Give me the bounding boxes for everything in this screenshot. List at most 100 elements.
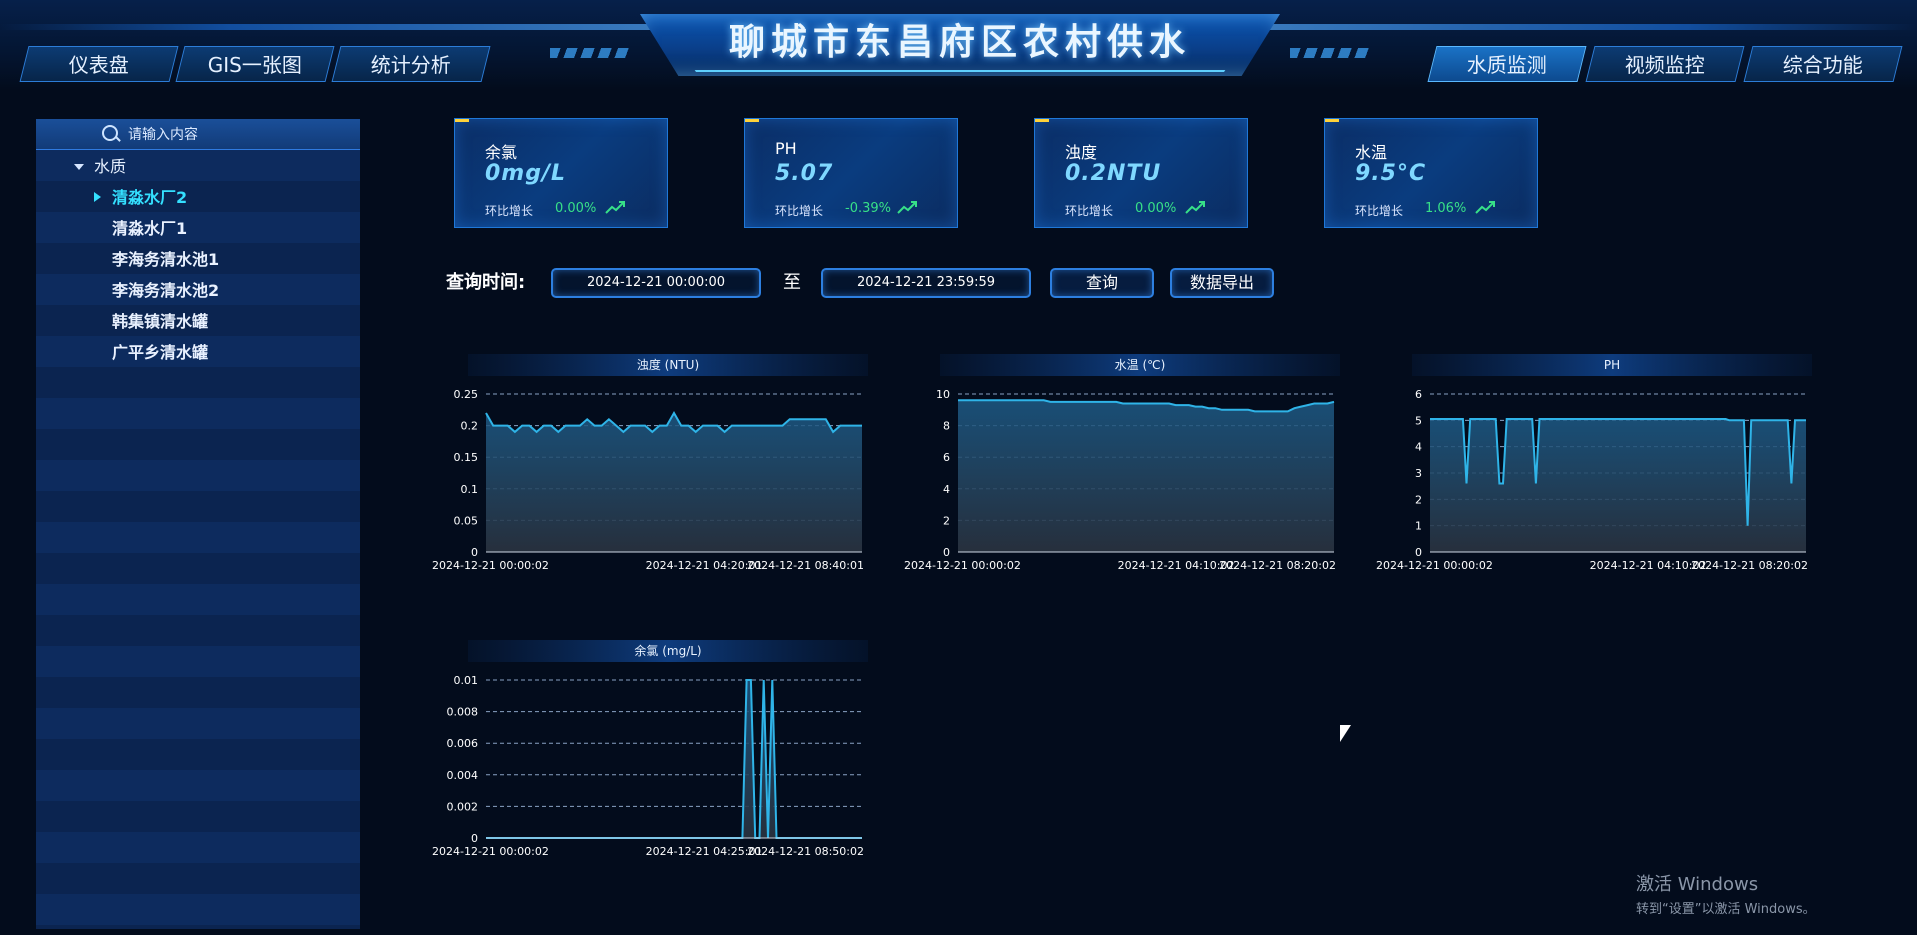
tree-item-label: 李海务清水池2 (112, 281, 220, 300)
header-decor-stripes-left (550, 48, 630, 58)
x-tick-label: 2024-12-21 00:00:02 (432, 845, 549, 858)
x-tick-label: 2024-12-21 04:10:02 (1590, 559, 1707, 572)
date-range-separator: 至 (783, 272, 801, 293)
y-tick-label: 5 (1415, 414, 1422, 427)
caret-right-icon (94, 192, 101, 202)
export-button[interactable]: 数据导出 (1170, 268, 1274, 298)
tab-water-quality[interactable]: 水质监测 (1427, 46, 1587, 82)
header-decor-stripes-right (1290, 48, 1370, 58)
chart-title: PH (1604, 358, 1620, 372)
metric-trend-label: 环比增长 (775, 204, 824, 218)
search-icon (102, 125, 118, 141)
chart-water-temp: 水温 (℃) 10 8 6 4 2 02024-12-21 00:00:02 2024-12-… (904, 354, 1340, 572)
query-button[interactable]: 查询 (1050, 268, 1154, 298)
tree-item-label: 清淼水厂2 (112, 188, 188, 207)
tree-item-guangping[interactable]: 广平乡清水罐 (36, 337, 360, 368)
chart-residual-chlorine: 余氯 (mg/L)0.010.0080.0060.0040.00202024-1… (432, 640, 868, 858)
metric-value: 5.07 (775, 161, 834, 186)
header-bar: 聊城市东昌府区农村供水 仪表盘 GIS一张图 统计分析 水质监测 视频监控 综合… (0, 0, 1917, 90)
y-tick-label: 0 (471, 546, 478, 559)
tree-item-hanji[interactable]: 韩集镇清水罐 (36, 306, 360, 337)
x-tick-label: 2024-12-21 00:00:02 (904, 559, 1021, 572)
tab-statistics[interactable]: 统计分析 (331, 46, 491, 82)
y-tick-label: 0.01 (454, 674, 479, 687)
x-tick-label: 2024-12-21 04:25:01 (646, 845, 763, 858)
trend-up-icon (1475, 201, 1495, 214)
y-tick-label: 4 (943, 483, 950, 496)
y-tick-label: 0.2 (461, 420, 479, 433)
y-tick-label: 0 (1415, 546, 1422, 559)
y-tick-label: 0.002 (447, 800, 479, 813)
chart-title: 浊度 (NTU) (637, 357, 699, 372)
trend-up-icon (1185, 201, 1205, 214)
windows-activation-title: 激活 Windows (1636, 874, 1759, 895)
chart-ph: PH 6 5 4 3 2 1 02024-12-21 00:00:02 2024-12-21 0… (1376, 354, 1812, 572)
tree-item-qingmiao-1[interactable]: 清淼水厂1 (36, 213, 360, 244)
x-tick-label: 2024-12-21 04:10:02 (1118, 559, 1235, 572)
metric-value: 9.5°C (1355, 161, 1427, 186)
trend-up-icon (897, 201, 917, 214)
y-tick-label: 0.1 (461, 483, 479, 496)
tab-video-monitor[interactable]: 视频监控 (1585, 46, 1745, 82)
y-tick-label: 0.15 (454, 451, 479, 464)
tab-dashboard[interactable]: 仪表盘 (19, 46, 179, 82)
y-tick-label: 0.008 (447, 706, 479, 719)
card-corner-accent (1035, 119, 1049, 122)
x-tick-label: 2024-12-21 00:00:02 (1376, 559, 1493, 572)
metric-trend-value: 0.00% (555, 201, 597, 216)
y-tick-label: 0 (471, 832, 478, 845)
card-corner-accent (745, 119, 759, 122)
mouse-cursor-icon (1340, 725, 1351, 742)
tab-dashboard-label: 仪表盘 (68, 53, 129, 77)
y-tick-label: 0.25 (454, 388, 479, 401)
tree-item-label: 韩集镇清水罐 (112, 312, 209, 331)
metric-trend-label: 环比增长 (1355, 204, 1404, 218)
windows-activation-hint: 转到“设置”以激活 Windows。 (1636, 902, 1816, 917)
x-tick-label: 2024-12-21 08:20:02 (1691, 559, 1808, 572)
chart-title: 水温 (℃) (1115, 358, 1166, 372)
tree-item-label: 广平乡清水罐 (112, 343, 209, 362)
tab-gis-map[interactable]: GIS一张图 (175, 46, 335, 82)
metric-card-ph: PH 5.07 环比增长 -0.39% (744, 118, 958, 228)
end-date-input[interactable]: 2024-12-21 23:59:59 (821, 268, 1031, 298)
metric-trend-value: 1.06% (1425, 201, 1467, 216)
app-root: 聊城市东昌府区农村供水 仪表盘 GIS一张图 统计分析 水质监测 视频监控 综合… (0, 0, 1917, 935)
y-tick-label: 3 (1415, 467, 1422, 480)
chevron-down-icon (74, 164, 84, 170)
tab-video-monitor-label: 视频监控 (1624, 53, 1705, 77)
y-tick-label: 1 (1415, 520, 1422, 533)
series-area (486, 680, 862, 838)
metric-card-turbidity: 浊度 0.2NTU 环比增长 0.00% (1034, 118, 1248, 228)
metric-label: 余氯 (485, 143, 518, 162)
tab-general-functions-label: 综合功能 (1782, 53, 1863, 77)
tree-item-qingmiao-2[interactable]: 清淼水厂2 (36, 182, 360, 213)
series-area (486, 413, 862, 552)
card-corner-accent (455, 119, 469, 122)
tree-item-label: 李海务清水池1 (112, 250, 220, 269)
tree-root-water-quality[interactable]: 水质 (36, 152, 360, 182)
tree-item-lihaiwu-1[interactable]: 李海务清水池1 (36, 244, 360, 275)
trend-up-icon (605, 201, 625, 214)
y-tick-label: 6 (943, 451, 950, 464)
y-tick-label: 10 (936, 388, 950, 401)
series-line (486, 679, 862, 839)
y-tick-label: 8 (943, 420, 950, 433)
y-tick-label: 4 (1415, 441, 1422, 454)
metric-trend-label: 环比增长 (485, 204, 534, 218)
sidebar-search-bar (36, 119, 360, 150)
search-input[interactable] (126, 122, 350, 148)
metric-trend-label: 环比增长 (1065, 204, 1114, 218)
y-tick-label: 0 (943, 546, 950, 559)
metric-label: 浊度 (1065, 143, 1098, 162)
x-tick-label: 2024-12-21 00:00:02 (432, 559, 549, 572)
metric-label: PH (775, 139, 797, 158)
start-date-input[interactable]: 2024-12-21 00:00:00 (551, 268, 761, 298)
tree-root-label: 水质 (94, 157, 127, 176)
card-corner-accent (1325, 119, 1339, 122)
x-tick-label: 2024-12-21 08:40:01 (747, 559, 864, 572)
x-tick-label: 2024-12-21 08:50:02 (747, 845, 864, 858)
tab-general-functions[interactable]: 综合功能 (1743, 46, 1903, 82)
y-tick-label: 0.05 (454, 514, 479, 527)
tree-item-lihaiwu-2[interactable]: 李海务清水池2 (36, 275, 360, 306)
tree-item-label: 清淼水厂1 (112, 219, 188, 238)
